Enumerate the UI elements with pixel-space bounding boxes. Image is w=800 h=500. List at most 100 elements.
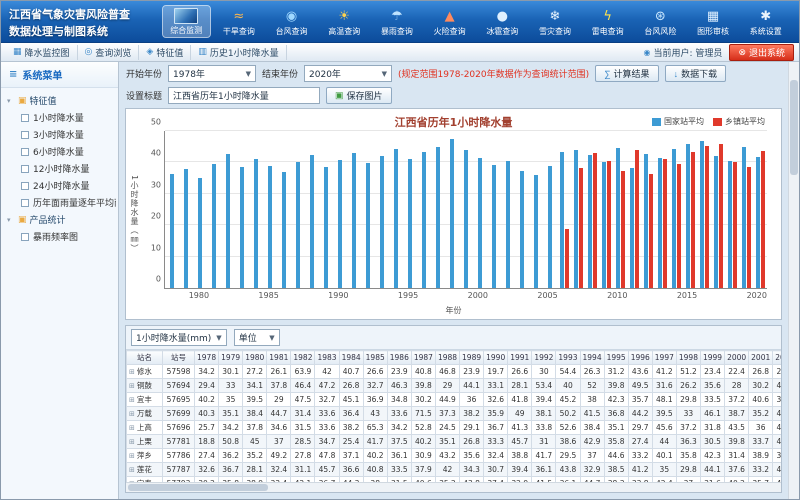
x-tick-label: 2010 bbox=[607, 291, 627, 300]
start-year-select[interactable]: 1978年 ▼ bbox=[168, 65, 256, 82]
tree-item[interactable]: 历年面雨量逐年平均雨量 bbox=[3, 194, 116, 211]
toolbar-review-button[interactable]: ▦图形审核 bbox=[690, 6, 737, 38]
station-id-cell: 57699 bbox=[163, 407, 195, 421]
x-tick-label bbox=[455, 291, 467, 300]
col-header-year[interactable]: 1995 bbox=[604, 351, 628, 365]
row-expander-icon[interactable]: ⊞ bbox=[129, 368, 135, 376]
save-icon: ▣ bbox=[335, 90, 344, 101]
vertical-scrollbar[interactable] bbox=[788, 62, 799, 499]
row-expander-icon[interactable]: ⊞ bbox=[129, 382, 135, 390]
breadcrumb-item[interactable]: ◎查询浏览 bbox=[78, 45, 140, 60]
save-image-button[interactable]: ▣ 保存图片 bbox=[326, 87, 392, 104]
col-header-year[interactable]: 1983 bbox=[315, 351, 339, 365]
col-header-year[interactable]: 2000 bbox=[725, 351, 749, 365]
toolbar-snow-button[interactable]: ❄雪灾查询 bbox=[532, 6, 579, 38]
toolbar-settings-button[interactable]: ✱系统设置 bbox=[742, 6, 789, 38]
table-row[interactable]: ⊞宜丰5769540.23539.52947.532.745.136.934.8… bbox=[127, 393, 782, 407]
table-row[interactable]: ⊞莲花5778732.636.728.132.431.145.736.640.8… bbox=[127, 463, 782, 477]
col-header-year[interactable]: 1997 bbox=[652, 351, 676, 365]
table-row[interactable]: ⊞上栗5778118.850.8453728.534.725.441.737.5… bbox=[127, 435, 782, 449]
tree-group[interactable]: ▾▣特征值 bbox=[3, 92, 116, 109]
row-expander-icon[interactable]: ⊞ bbox=[129, 424, 135, 432]
col-header-year[interactable]: 1979 bbox=[219, 351, 243, 365]
table-row[interactable]: ⊞上高5769625.734.237.834.631.533.638.265.3… bbox=[127, 421, 782, 435]
tree-item[interactable]: 12小时降水量 bbox=[3, 160, 116, 177]
col-header-year[interactable]: 1993 bbox=[556, 351, 580, 365]
chart-title-input[interactable] bbox=[168, 87, 320, 104]
toolbar-risk-button[interactable]: ⊛台风风险 bbox=[637, 6, 684, 38]
checkbox[interactable] bbox=[21, 165, 29, 173]
checkbox[interactable] bbox=[21, 131, 29, 139]
row-expander-icon[interactable]: ⊞ bbox=[129, 466, 135, 474]
row-expander-icon[interactable]: ⊞ bbox=[129, 396, 135, 404]
checkbox[interactable] bbox=[21, 148, 29, 156]
col-header-year[interactable]: 1999 bbox=[700, 351, 724, 365]
checkbox[interactable] bbox=[21, 114, 29, 122]
table-scroll-area[interactable]: 站名站号197819791980198119821983198419851986… bbox=[126, 350, 781, 482]
tree-item[interactable]: 暴雨频率图 bbox=[3, 228, 116, 245]
toolbar-monitor-button[interactable]: 综合监测 bbox=[163, 6, 210, 37]
col-header-year[interactable]: 1991 bbox=[508, 351, 532, 365]
toolbar-item-label: 火险查询 bbox=[426, 26, 473, 37]
col-header-station[interactable]: 站名 bbox=[127, 351, 163, 365]
toolbar-item-label: 图形审核 bbox=[690, 26, 737, 37]
table-row[interactable]: ⊞万载5769940.335.138.444.731.433.636.44333… bbox=[127, 407, 782, 421]
toolbar-drought-button[interactable]: ≈干旱查询 bbox=[215, 6, 262, 38]
bar-2006 bbox=[560, 152, 564, 288]
toolbar-typhoon-button[interactable]: ◉台风查询 bbox=[268, 6, 315, 38]
col-header-year[interactable]: 1992 bbox=[532, 351, 556, 365]
table-row[interactable]: ⊞修水5759834.230.127.226.163.94240.726.623… bbox=[127, 365, 782, 379]
toolbar-lightning-button[interactable]: ϟ雷电查询 bbox=[584, 6, 631, 38]
col-header-year[interactable]: 1981 bbox=[267, 351, 291, 365]
exit-system-button[interactable]: ⊗ 退出系统 bbox=[729, 44, 794, 61]
col-header-year[interactable]: 1984 bbox=[339, 351, 363, 365]
col-header-year[interactable]: 1989 bbox=[460, 351, 484, 365]
col-header-year[interactable]: 1994 bbox=[580, 351, 604, 365]
col-header-year[interactable]: 1990 bbox=[484, 351, 508, 365]
col-header-year[interactable]: 1980 bbox=[243, 351, 267, 365]
tree-item[interactable]: 24小时降水量 bbox=[3, 177, 116, 194]
col-header-year[interactable]: 1987 bbox=[411, 351, 435, 365]
horizontal-scrollbar-thumb[interactable] bbox=[128, 484, 268, 491]
breadcrumb-item[interactable]: ▥历史1小时降水量 bbox=[191, 45, 286, 60]
row-expander-icon[interactable]: ⊞ bbox=[129, 438, 135, 446]
toolbar-rainstorm-button[interactable]: ☂暴雨查询 bbox=[373, 6, 420, 38]
row-expander-icon[interactable]: ⊞ bbox=[129, 410, 135, 418]
end-year-select[interactable]: 2020年 ▼ bbox=[304, 65, 392, 82]
table-row[interactable]: ⊞铜鼓5769429.43334.137.846.447.226.832.746… bbox=[127, 379, 782, 393]
value-cell: 35.9 bbox=[484, 407, 508, 421]
row-expander-icon[interactable]: ⊞ bbox=[129, 452, 135, 460]
col-header-year[interactable]: 1978 bbox=[195, 351, 219, 365]
toolbar-fire-button[interactable]: ▲火险查询 bbox=[426, 6, 473, 38]
col-header-year[interactable]: 1986 bbox=[387, 351, 411, 365]
col-header-year[interactable]: 1996 bbox=[628, 351, 652, 365]
col-header-year[interactable]: 2002 bbox=[773, 351, 781, 365]
toolbar-hail-button[interactable]: ●冰雹查询 bbox=[479, 6, 526, 38]
value-cell: 35.7 bbox=[628, 393, 652, 407]
checkbox[interactable] bbox=[21, 199, 29, 207]
table-row[interactable]: ⊞萍乡5778627.436.235.249.227.847.837.140.2… bbox=[127, 449, 782, 463]
tree-group[interactable]: ▾▣产品统计 bbox=[3, 211, 116, 228]
checkbox[interactable] bbox=[21, 182, 29, 190]
vertical-scrollbar-thumb[interactable] bbox=[790, 80, 798, 175]
checkbox[interactable] bbox=[21, 233, 29, 241]
value-cell: 46.4 bbox=[291, 379, 315, 393]
col-header-year[interactable]: 1988 bbox=[435, 351, 459, 365]
variable-select[interactable]: 1小时降水量(mm) ▼ bbox=[131, 329, 227, 346]
col-header-year[interactable]: 1998 bbox=[676, 351, 700, 365]
breadcrumb-item[interactable]: ▦降水监控图 bbox=[6, 45, 78, 60]
tree-item[interactable]: 6小时降水量 bbox=[3, 143, 116, 160]
unit-select[interactable]: 单位 ▼ bbox=[234, 329, 280, 346]
col-header-year[interactable]: 1982 bbox=[291, 351, 315, 365]
col-header-year[interactable]: 1985 bbox=[363, 351, 387, 365]
table-controls: 1小时降水量(mm) ▼ 单位 ▼ bbox=[126, 326, 781, 350]
horizontal-scrollbar[interactable] bbox=[126, 482, 781, 492]
col-header-station-id[interactable]: 站号 bbox=[163, 351, 195, 365]
tree-item[interactable]: 1小时降水量 bbox=[3, 109, 116, 126]
toolbar-heat-button[interactable]: ☀高温查询 bbox=[321, 6, 368, 38]
calculate-button[interactable]: ∑ 计算结果 bbox=[595, 65, 658, 82]
download-data-button[interactable]: ↓ 数据下载 bbox=[665, 65, 727, 82]
tree-item[interactable]: 3小时降水量 bbox=[3, 126, 116, 143]
breadcrumb-item[interactable]: ◈特征值 bbox=[139, 45, 191, 60]
col-header-year[interactable]: 2001 bbox=[749, 351, 773, 365]
